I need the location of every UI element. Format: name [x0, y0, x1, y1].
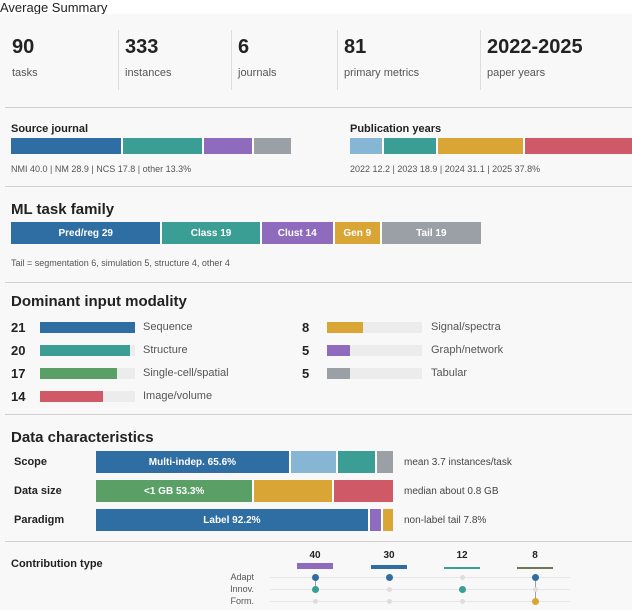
stat-journals: 6 journals — [238, 36, 277, 79]
modality-title: Dominant input modality — [11, 293, 187, 310]
stat-value: 6 — [238, 36, 250, 58]
stat-label: paper years — [487, 67, 546, 79]
publication-years-bar — [350, 138, 632, 154]
stat-divider — [337, 30, 338, 90]
publication-years-segment — [525, 138, 632, 154]
ml-task-bar: Pred/reg 29 Class 19 Clust 14 Gen 9 Tail 19 — [11, 222, 481, 244]
stat-tasks: 90 tasks — [12, 36, 38, 79]
stat-label: instances — [125, 67, 172, 79]
source-journal-note: NMI 40.0 | NM 28.9 | NCS 17.8 | other 13… — [11, 164, 192, 174]
source-journal-segment — [123, 138, 204, 154]
separator — [5, 414, 632, 415]
ml-task-note: Tail = segmentation 6, simulation 5, str… — [11, 258, 230, 268]
stat-label: tasks — [12, 67, 38, 79]
stat-value: 333 — [125, 36, 159, 58]
publication-years-note: 2022 12.2 | 2023 18.9 | 2024 31.1 | 2025… — [350, 164, 541, 174]
source-journal-segment — [203, 138, 254, 154]
stat-value: 81 — [344, 36, 367, 58]
source-journal-title: Source journal — [11, 123, 89, 135]
ml-task-segment: Pred/reg 29 — [11, 222, 163, 244]
separator — [5, 186, 632, 187]
data-characteristics-title: Data characteristics — [11, 429, 154, 446]
separator — [5, 541, 632, 542]
stat-value: 90 — [12, 36, 35, 58]
ml-task-segment: Class 19 — [162, 222, 262, 244]
stat-divider — [480, 30, 481, 90]
separator — [5, 107, 632, 108]
publication-years-segment — [384, 138, 438, 154]
contribution-title: Contribution type — [11, 558, 103, 570]
stat-divider — [231, 30, 232, 90]
source-journal-bar — [11, 138, 291, 154]
separator — [5, 282, 632, 283]
stat-instances: 333 instances — [125, 36, 171, 79]
stat-value: 2022-2025 — [487, 36, 583, 58]
source-journal-segment — [253, 138, 291, 154]
ml-task-segment: Tail 19 — [381, 222, 481, 244]
publication-years-title: Publication years — [350, 123, 442, 135]
publication-years-segment — [437, 138, 526, 154]
publication-years-segment — [350, 138, 385, 154]
ml-task-segment: Gen 9 — [334, 222, 382, 244]
source-journal-segment — [11, 138, 123, 154]
stat-label: primary metrics — [344, 67, 420, 79]
header-text: Average Summary — [0, 0, 108, 15]
stat-metrics: 81 primary metrics — [344, 36, 419, 79]
stat-years: 2022-2025 paper years — [487, 36, 583, 79]
summary-panel — [0, 14, 632, 610]
stat-label: journals — [238, 67, 277, 79]
ml-task-title: ML task family — [11, 201, 115, 218]
ml-task-segment: Clust 14 — [261, 222, 335, 244]
stat-divider — [118, 30, 119, 90]
